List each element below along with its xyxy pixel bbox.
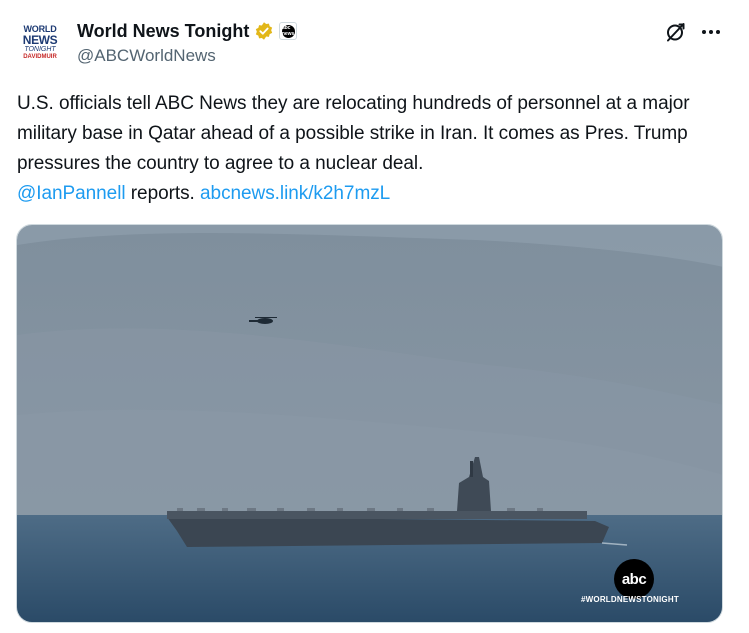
post-text: U.S. officials tell ABC News they are re…	[17, 89, 732, 209]
post-text-main: U.S. officials tell ABC News they are re…	[17, 93, 690, 174]
more-horizontal-icon[interactable]	[700, 20, 722, 44]
more-dot	[702, 30, 706, 34]
grok-slash-circle-icon[interactable]	[664, 20, 688, 44]
author-name-row: World News Tonight abc news	[77, 20, 298, 42]
more-dot	[716, 30, 720, 34]
gold-verified-check-icon[interactable]	[254, 21, 274, 41]
media-video[interactable]: abc #WORLDNEWSTONIGHT	[16, 224, 723, 623]
avatar-text-news: NEWS	[22, 32, 58, 47]
more-dot	[709, 30, 713, 34]
avatar-text-tonight: TONIGHT	[24, 45, 56, 53]
affiliate-badge-text: abc news	[281, 24, 295, 38]
abc-news-affiliate-icon[interactable]: abc news	[279, 22, 298, 40]
post-text-after-mention: reports.	[125, 183, 201, 204]
display-name[interactable]: World News Tonight	[77, 21, 249, 42]
watermark-hashtag: #WORLDNEWSTONIGHT	[581, 595, 679, 604]
author-handle[interactable]: @ABCWorldNews	[77, 46, 216, 66]
abc-watermark-logo: abc	[614, 559, 654, 599]
aircraft-carrier-image	[17, 225, 722, 622]
avatar-text-anchor: DAVIDMUIR	[23, 53, 57, 60]
mention-link[interactable]: @IanPannell	[17, 183, 126, 204]
article-link[interactable]: abcnews.link/k2h7mzL	[200, 183, 390, 204]
tweet-card: WORLD NEWS TONIGHT DAVIDMUIR World News …	[0, 0, 749, 633]
avatar[interactable]: WORLD NEWS TONIGHT DAVIDMUIR	[18, 20, 62, 64]
